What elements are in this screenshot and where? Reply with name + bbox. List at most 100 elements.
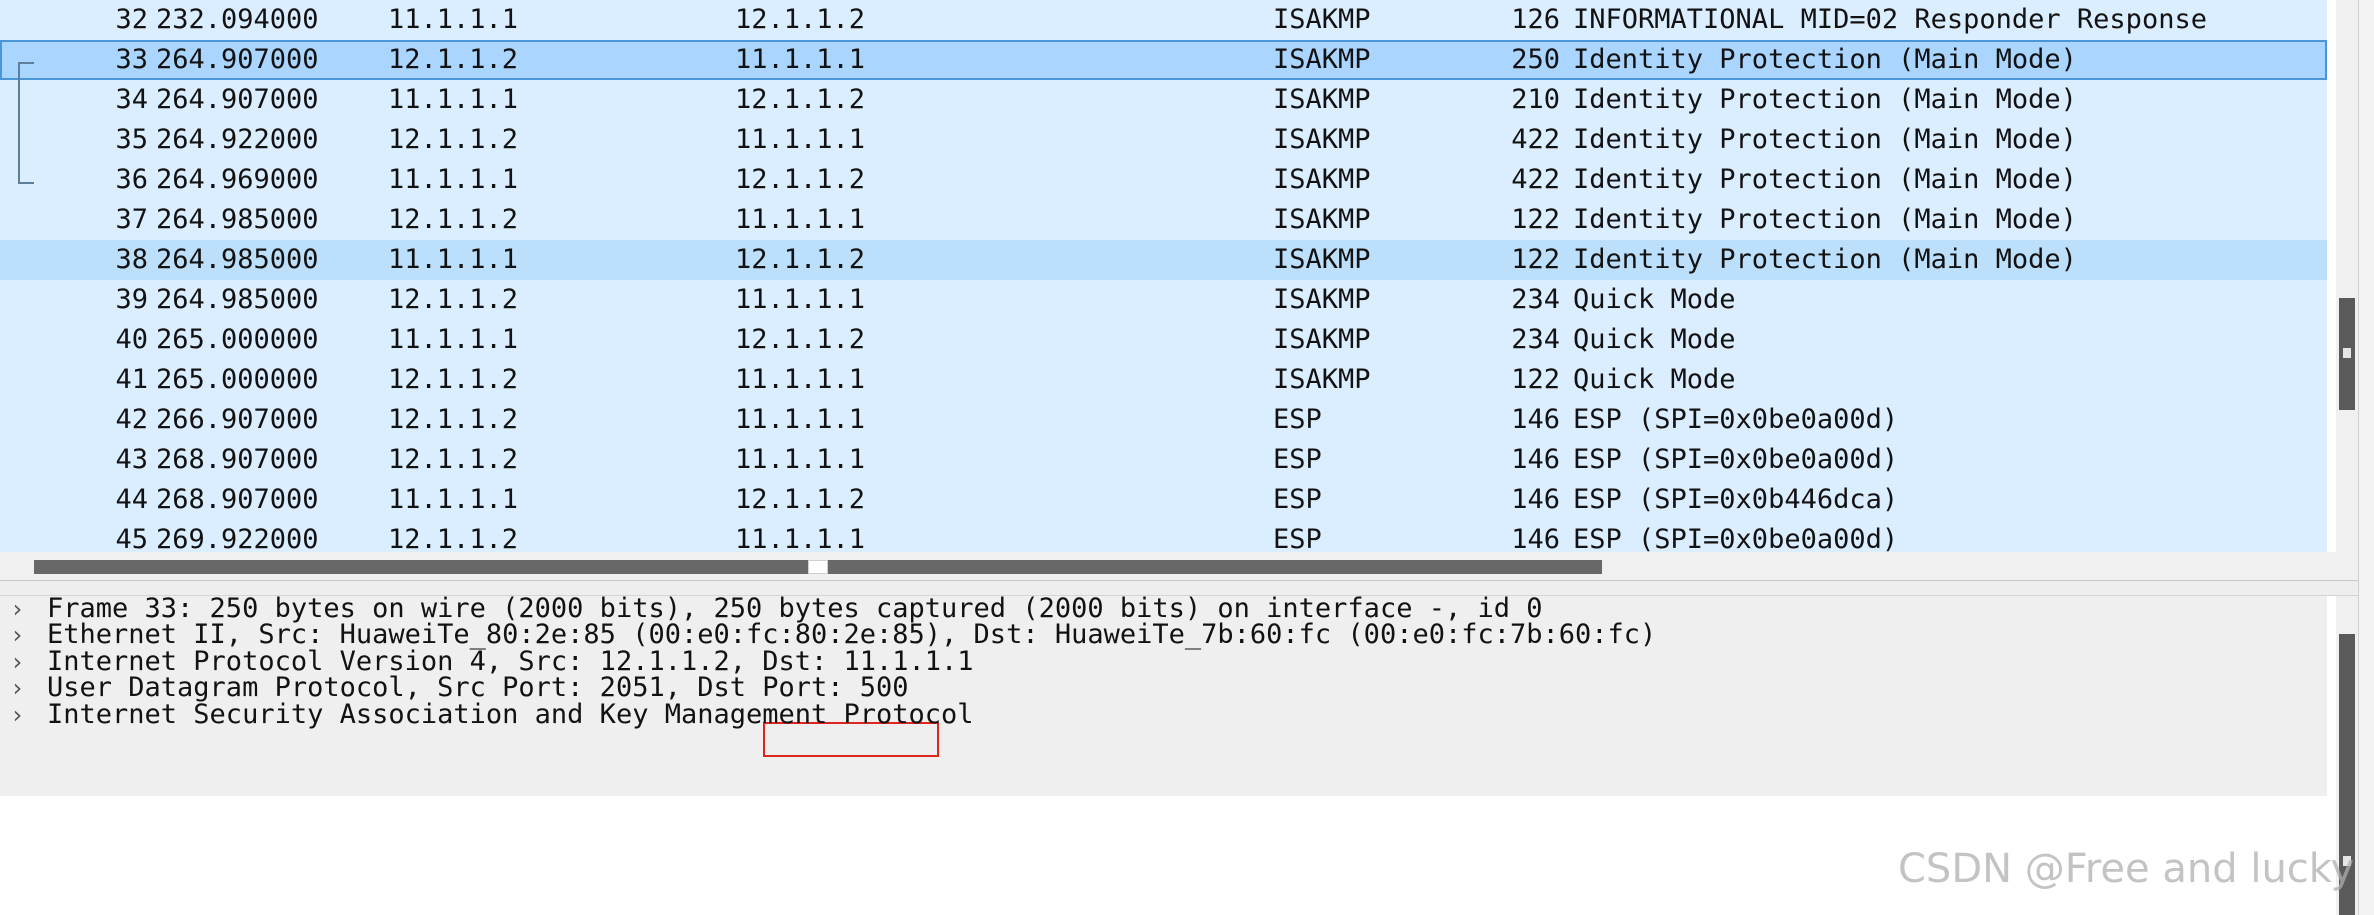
packet-info: INFORMATIONAL MID=02 Responder Response (1573, 4, 2207, 35)
packet-protocol: ESP (1273, 524, 1322, 552)
packet-source: 12.1.1.2 (388, 364, 519, 395)
packet-info: ESP (SPI=0x0b446dca) (1573, 484, 1899, 515)
packet-time: 266.907000 (156, 404, 319, 435)
packet-number: 44 (115, 484, 148, 515)
packet-length: 146 (1511, 404, 1560, 435)
packet-destination: 11.1.1.1 (735, 284, 866, 315)
packet-destination: 12.1.1.2 (735, 84, 866, 115)
packet-protocol: ISAKMP (1273, 84, 1371, 115)
packet-destination: 12.1.1.2 (735, 4, 866, 35)
packet-number: 41 (115, 364, 148, 395)
packet-destination: 11.1.1.1 (735, 124, 866, 155)
packet-row[interactable]: 36 264.969000 11.1.1.1 12.1.1.2 ISAKMP 422 Ide… (0, 160, 2327, 200)
packet-number: 45 (115, 524, 148, 552)
packet-length: 122 (1511, 244, 1560, 275)
packet-info: Quick Mode (1573, 284, 1736, 315)
packet-row[interactable]: 39 264.985000 12.1.1.2 11.1.1.1 ISAKMP 234 Qui… (0, 280, 2327, 320)
packet-time: 264.985000 (156, 204, 319, 235)
packet-source: 12.1.1.2 (388, 204, 519, 235)
packet-list-vertical-scrollbar[interactable] (2336, 0, 2358, 580)
packet-protocol: ESP (1273, 404, 1322, 435)
packet-row[interactable]: 40 265.000000 11.1.1.1 12.1.1.2 ISAKMP 234 Qui… (0, 320, 2327, 360)
packet-length: 126 (1511, 4, 1560, 35)
packet-row[interactable]: 44 268.907000 11.1.1.1 12.1.1.2 ESP 146 ESP (S… (0, 480, 2327, 520)
packet-row[interactable]: 34 264.907000 11.1.1.1 12.1.1.2 ISAKMP 210 Ide… (0, 80, 2327, 120)
packet-length: 422 (1511, 124, 1560, 155)
packet-length: 422 (1511, 164, 1560, 195)
packet-length: 122 (1511, 204, 1560, 235)
packet-source: 11.1.1.1 (388, 4, 519, 35)
packet-row[interactable]: 35 264.922000 12.1.1.2 11.1.1.1 ISAKMP 422 Ide… (0, 120, 2327, 160)
packet-info: Identity Protection (Main Mode) (1573, 164, 2077, 195)
packet-info: Identity Protection (Main Mode) (1573, 124, 2077, 155)
packet-source: 11.1.1.1 (388, 84, 519, 115)
packet-destination: 12.1.1.2 (735, 244, 866, 275)
packet-time: 268.907000 (156, 484, 319, 515)
packet-time: 264.907000 (156, 84, 319, 115)
packet-row[interactable]: 43 268.907000 12.1.1.2 11.1.1.1 ESP 146 ESP (S… (0, 440, 2327, 480)
packet-row[interactable]: 41 265.000000 12.1.1.2 11.1.1.1 ISAKMP 122 Qui… (0, 360, 2327, 400)
scroll-grip-icon (2343, 348, 2351, 358)
packet-length: 210 (1511, 84, 1560, 115)
packet-length: 122 (1511, 364, 1560, 395)
packet-time: 268.907000 (156, 444, 319, 475)
packet-destination: 11.1.1.1 (735, 404, 866, 435)
packet-info: ESP (SPI=0x0be0a00d) (1573, 444, 1899, 475)
related-packets-bracket (18, 62, 34, 184)
packet-info: ESP (SPI=0x0be0a00d) (1573, 404, 1899, 435)
packet-number: 43 (115, 444, 148, 475)
packet-time: 269.922000 (156, 524, 319, 552)
packet-row[interactable]: 33 264.907000 12.1.1.2 11.1.1.1 ISAKMP 250 Ide… (0, 40, 2327, 80)
packet-info: Identity Protection (Main Mode) (1573, 244, 2077, 275)
packet-protocol: ESP (1273, 444, 1322, 475)
packet-destination: 11.1.1.1 (735, 204, 866, 235)
packet-row[interactable]: 42 266.907000 12.1.1.2 11.1.1.1 ESP 146 ESP (S… (0, 400, 2327, 440)
packet-info: Identity Protection (Main Mode) (1573, 84, 2077, 115)
packet-source: 12.1.1.2 (388, 524, 519, 552)
packet-protocol: ISAKMP (1273, 124, 1371, 155)
packet-protocol: ISAKMP (1273, 244, 1371, 275)
packet-time: 264.922000 (156, 124, 319, 155)
packet-time: 232.094000 (156, 4, 319, 35)
horizontal-scroll-thumb-left[interactable] (34, 560, 808, 574)
chevron-right-icon[interactable]: › (10, 695, 30, 735)
packet-source: 12.1.1.2 (388, 124, 519, 155)
packet-row[interactable]: 32 232.094000 11.1.1.1 12.1.1.2 ISAKMP 126 INF… (0, 0, 2327, 40)
packet-length: 146 (1511, 484, 1560, 515)
packet-destination: 11.1.1.1 (735, 524, 866, 552)
packet-protocol: ISAKMP (1273, 204, 1371, 235)
packet-length: 234 (1511, 284, 1560, 315)
packet-time: 264.907000 (156, 44, 319, 75)
packet-info: Quick Mode (1573, 324, 1736, 355)
packet-info: Identity Protection (Main Mode) (1573, 44, 2077, 75)
watermark: CSDN @Free and lucky (1898, 846, 2355, 892)
packet-protocol: ISAKMP (1273, 4, 1371, 35)
packet-number: 33 (115, 44, 148, 75)
horizontal-scroll-thumb-right[interactable] (828, 560, 1602, 574)
packet-info: Quick Mode (1573, 364, 1736, 395)
packet-length: 146 (1511, 524, 1560, 552)
packet-list-horizontal-scrollbar[interactable] (0, 552, 2336, 580)
packet-time: 265.000000 (156, 324, 319, 355)
packet-info: ESP (SPI=0x0be0a00d) (1573, 524, 1899, 552)
packet-length: 250 (1511, 44, 1560, 75)
packet-row[interactable]: 45 269.922000 12.1.1.2 11.1.1.1 ESP 146 ESP (S… (0, 520, 2327, 552)
packet-list-scroll-thumb[interactable] (2339, 298, 2355, 410)
packet-source: 11.1.1.1 (388, 244, 519, 275)
packet-destination: 12.1.1.2 (735, 324, 866, 355)
packet-number: 36 (115, 164, 148, 195)
packet-row[interactable]: 38 264.985000 11.1.1.1 12.1.1.2 ISAKMP 122 Ide… (0, 240, 2327, 280)
packet-list[interactable]: 32 232.094000 11.1.1.1 12.1.1.2 ISAKMP 126 INF… (0, 0, 2327, 552)
packet-protocol: ISAKMP (1273, 284, 1371, 315)
packet-row[interactable]: 37 264.985000 12.1.1.2 11.1.1.1 ISAKMP 122 Ide… (0, 200, 2327, 240)
packet-source: 12.1.1.2 (388, 404, 519, 435)
packet-time: 264.969000 (156, 164, 319, 195)
detail-tree-label: Internet Security Association and Key Ma… (47, 699, 974, 730)
packet-length: 234 (1511, 324, 1560, 355)
window-right-edge (2358, 0, 2374, 915)
packet-info: Identity Protection (Main Mode) (1573, 204, 2077, 235)
packet-number: 32 (115, 4, 148, 35)
packet-source: 11.1.1.1 (388, 324, 519, 355)
packet-time: 264.985000 (156, 244, 319, 275)
packet-number: 35 (115, 124, 148, 155)
